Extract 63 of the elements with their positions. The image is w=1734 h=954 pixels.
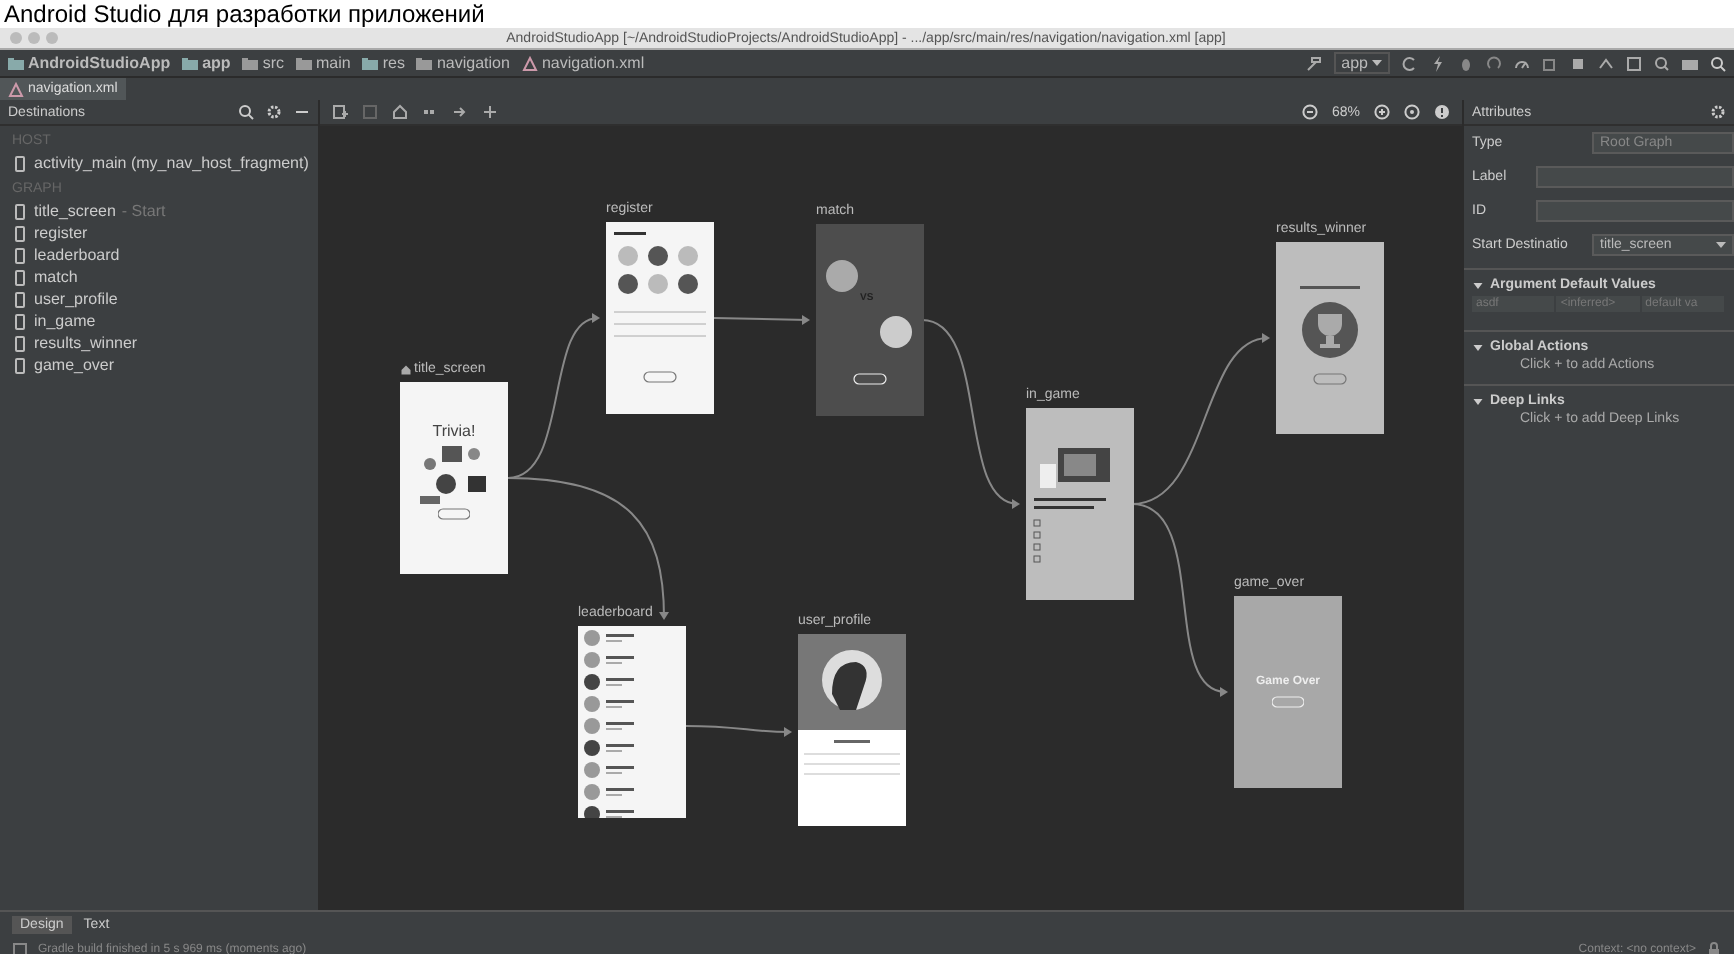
lock-icon	[1706, 941, 1722, 954]
destination-item[interactable]: title_screen - Start	[0, 200, 318, 222]
connector-arrow	[685, 725, 792, 737]
home-icon	[400, 363, 412, 375]
module-folder-icon	[8, 55, 24, 71]
breadcrumb-item[interactable]: app	[182, 54, 231, 72]
screen-thumbnail[interactable]	[578, 626, 686, 818]
breadcrumb-item[interactable]: main	[296, 54, 351, 72]
destination-item[interactable]: results_winner	[0, 332, 318, 354]
expanded-triangle-icon	[1472, 279, 1484, 291]
warning-icon[interactable]	[1434, 104, 1450, 120]
module-folder-icon	[362, 55, 379, 71]
destination-item[interactable]: in_game	[0, 310, 318, 332]
avatar-circle	[826, 260, 858, 292]
xml-file-icon	[521, 55, 538, 71]
expanded-triangle-icon	[1472, 395, 1484, 407]
destination-item[interactable]: match	[0, 266, 318, 288]
destination-item[interactable]: game_over	[0, 354, 318, 376]
attribute-field[interactable]	[1536, 200, 1734, 222]
expanded-triangle-icon	[1472, 341, 1484, 353]
caret-icon	[1372, 59, 1382, 67]
screen-thumbnail[interactable]	[798, 634, 906, 826]
hammer-icon[interactable]	[1305, 55, 1322, 71]
destination-item[interactable]: leaderboard	[0, 244, 318, 266]
screen-thumbnail[interactable]	[1276, 242, 1384, 434]
avatar-circle	[880, 316, 912, 348]
play-button-drawing	[438, 508, 470, 520]
debug-icon[interactable]	[1458, 55, 1474, 71]
screen-thumbnail[interactable]	[606, 222, 714, 414]
breadcrumb-item[interactable]: res	[362, 54, 405, 72]
zoom-to-fit-icon[interactable]	[1404, 104, 1420, 120]
breadcrumb-item[interactable]: navigation	[416, 54, 510, 72]
stop-icon[interactable]	[1570, 55, 1586, 71]
run-config-dropdown[interactable]: app	[1333, 52, 1390, 74]
caption: Android Studio для разработки приложений	[2, 0, 487, 28]
caret-icon	[1716, 241, 1726, 249]
search-icon[interactable]	[238, 104, 254, 120]
destination-item[interactable]: user_profile	[0, 288, 318, 310]
search-icon[interactable]	[1710, 55, 1726, 71]
module-folder-icon	[182, 55, 199, 71]
attribute-field[interactable]	[1536, 166, 1734, 188]
zoom-in-icon[interactable]	[1374, 104, 1390, 120]
breadcrumb-item[interactable]: src	[242, 54, 284, 72]
host-activity-icon	[12, 155, 28, 171]
destination-item[interactable]: activity_main (my_nav_host_fragment)	[0, 152, 318, 174]
screen-thumbnail[interactable]	[1026, 408, 1134, 600]
zoom-out-icon[interactable]	[1301, 104, 1318, 120]
panel-toggle-icon	[12, 941, 28, 954]
home-icon[interactable]	[392, 104, 408, 120]
screen-thumbnail[interactable]: Trivia!	[400, 382, 508, 574]
breadcrumb-item[interactable]: navigation.xml	[521, 54, 645, 72]
new-destination-icon[interactable]	[332, 104, 348, 120]
xml-file-icon	[8, 81, 24, 97]
settings-icon[interactable]	[1710, 104, 1726, 120]
app-title: Trivia!	[432, 422, 476, 440]
connector-arrow	[713, 315, 810, 325]
restart-button-drawing	[1272, 696, 1304, 708]
breadcrumb-item[interactable]: AndroidStudioApp	[8, 54, 171, 72]
settings-icon[interactable]	[266, 104, 282, 120]
destination-item[interactable]: register	[0, 222, 318, 244]
arrow-icon[interactable]	[452, 104, 468, 120]
lightning-icon[interactable]	[1430, 55, 1446, 71]
gauge-icon[interactable]	[1514, 55, 1530, 71]
